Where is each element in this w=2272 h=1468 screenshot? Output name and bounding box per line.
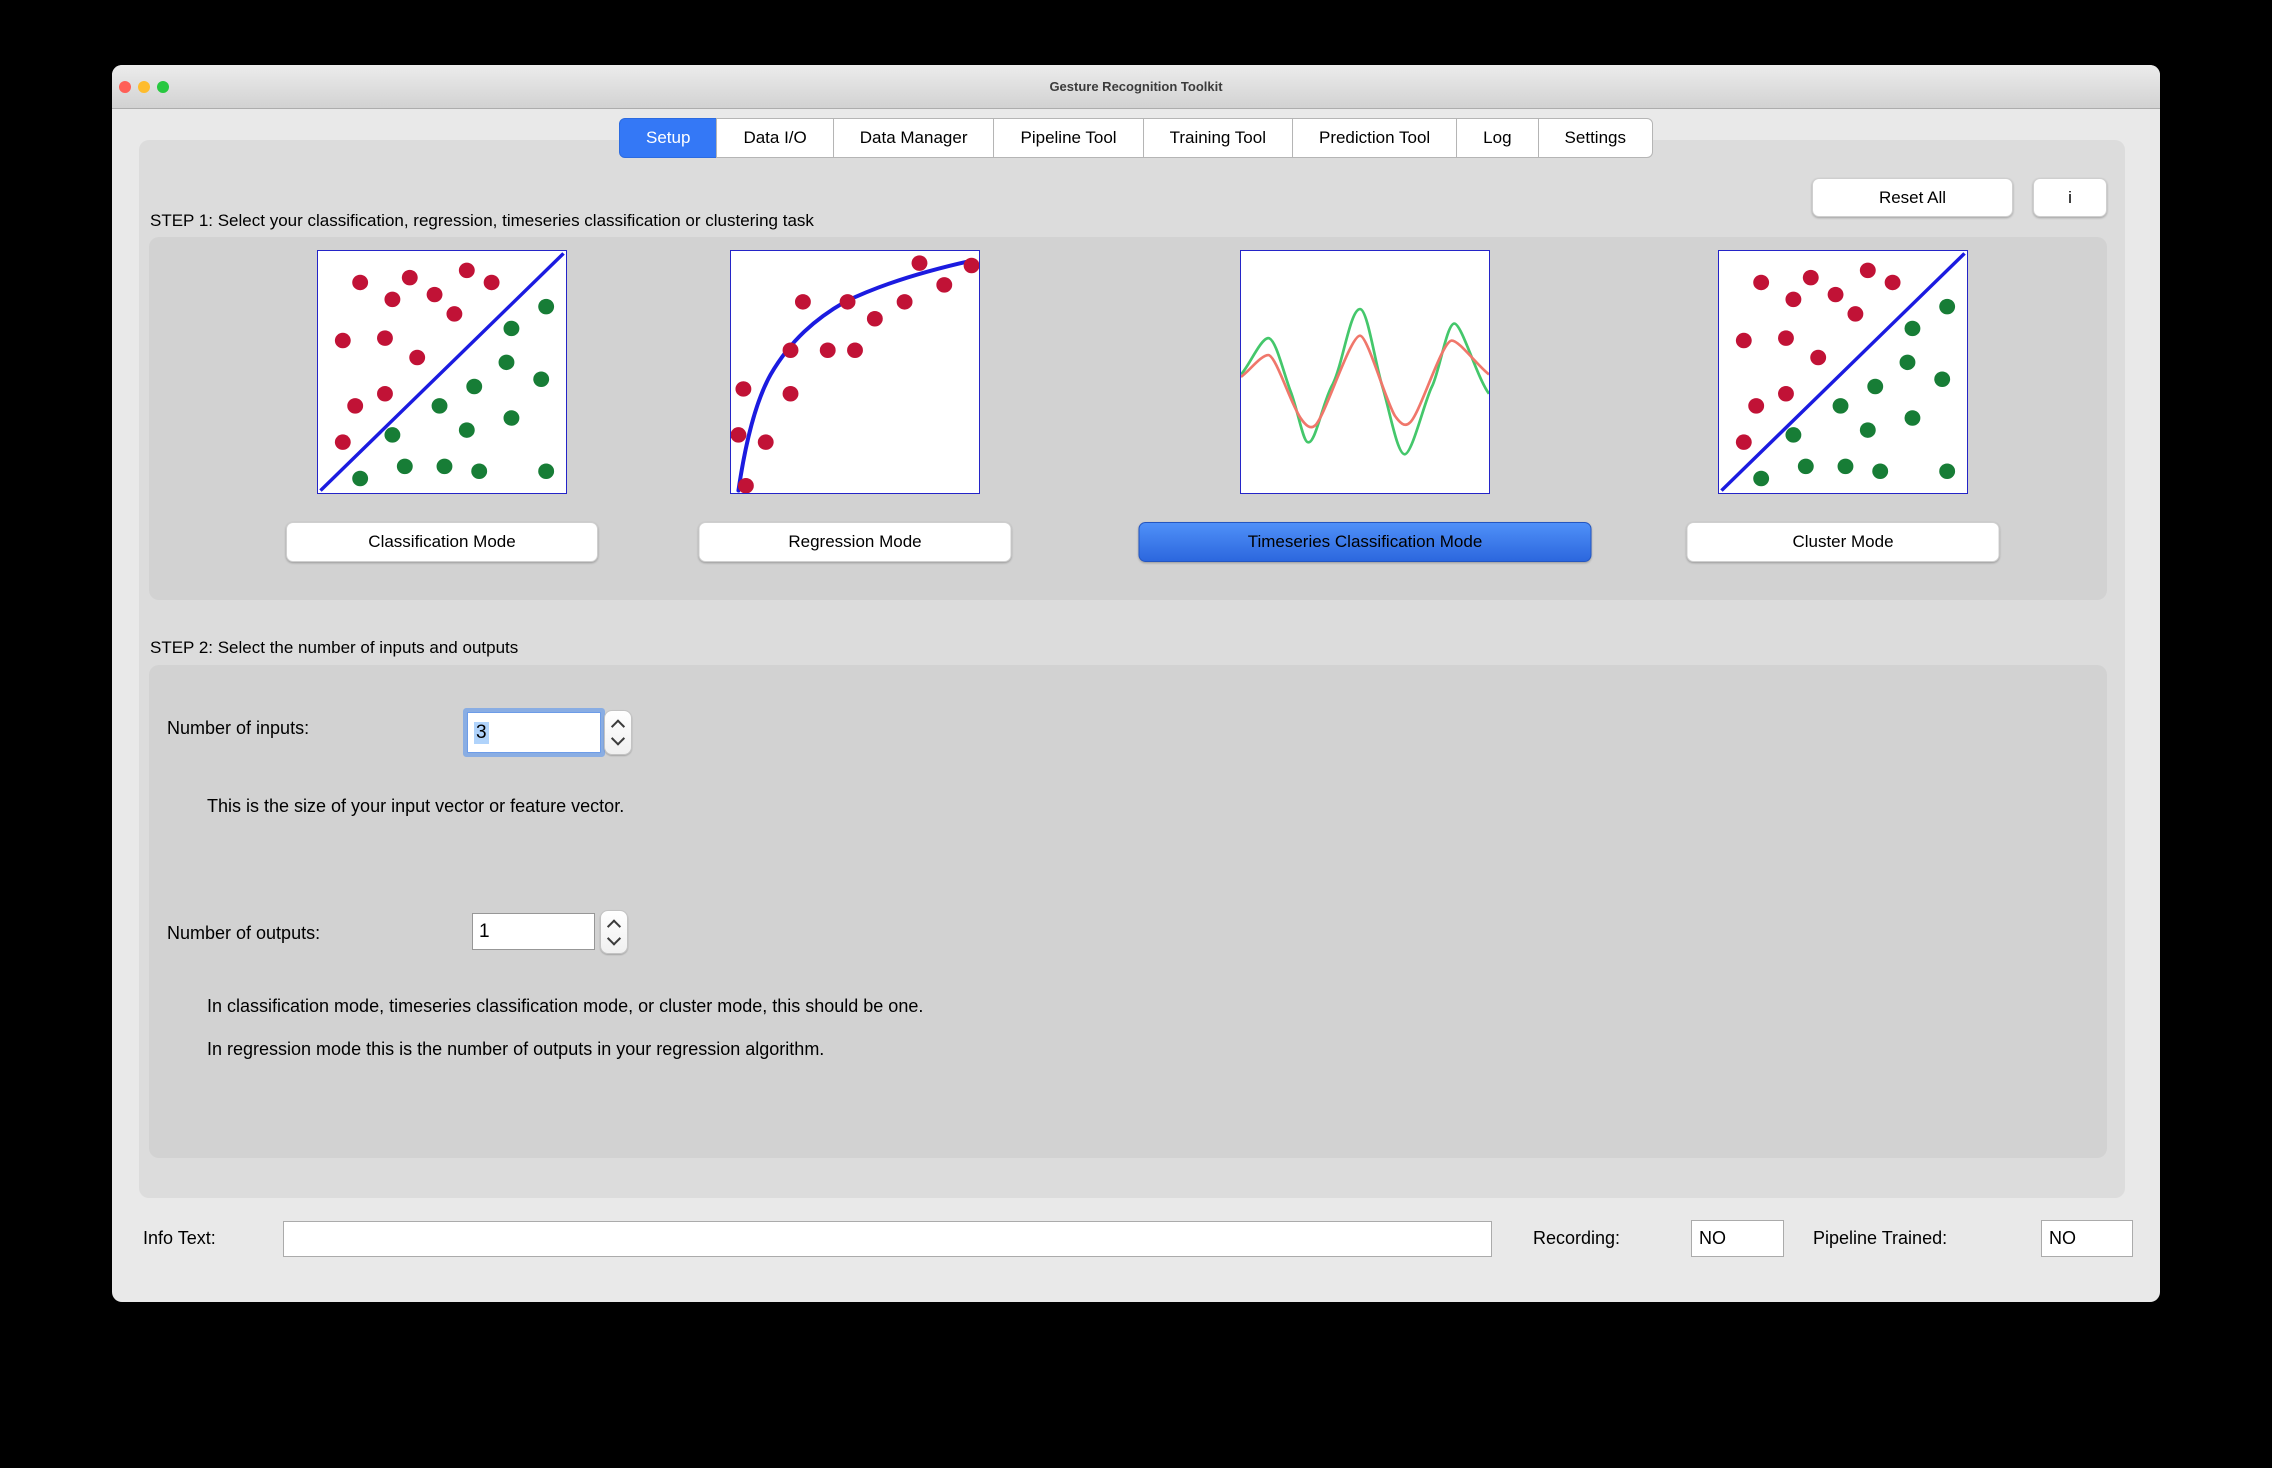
number-of-outputs-value: 1 bbox=[479, 920, 490, 942]
regression-mode-image bbox=[730, 250, 980, 494]
app-window: Gesture Recognition Toolkit Setup Data I/… bbox=[112, 65, 2160, 1302]
stepper-down-icon[interactable] bbox=[610, 731, 626, 746]
inputs-hint: This is the size of your input vector or… bbox=[207, 796, 625, 816]
info-text-label: Info Text: bbox=[143, 1228, 216, 1248]
number-of-outputs-stepper[interactable] bbox=[600, 910, 628, 954]
regression-mode-button[interactable]: Regression Mode bbox=[698, 522, 1012, 562]
pipeline-trained-label: Pipeline Trained: bbox=[1813, 1228, 1948, 1248]
step1-panel: Classification Mode Regression Mode Timese… bbox=[149, 237, 2107, 600]
number-of-outputs-label: Number of outputs: bbox=[167, 923, 321, 943]
tab-prediction-tool[interactable]: Prediction Tool bbox=[1291, 118, 1458, 158]
tab-bar: Setup Data I/O Data Manager Pipeline Tool Tr… bbox=[619, 118, 1653, 158]
outputs-hint-line2: In regression mode this is the number of… bbox=[207, 1039, 825, 1059]
stepper-down-icon[interactable] bbox=[606, 931, 622, 946]
tab-training-tool[interactable]: Training Tool bbox=[1142, 118, 1293, 158]
title-bar: Gesture Recognition Toolkit bbox=[112, 65, 2160, 109]
reset-all-button[interactable]: Reset All bbox=[1812, 178, 2013, 217]
tab-settings[interactable]: Settings bbox=[1537, 118, 1653, 158]
step1-heading: STEP 1: Select your classification, regr… bbox=[150, 211, 814, 230]
classification-mode-button[interactable]: Classification Mode bbox=[286, 522, 598, 562]
minimize-button[interactable] bbox=[138, 81, 150, 93]
regression-mode-card: Regression Mode bbox=[698, 237, 1012, 600]
tab-log[interactable]: Log bbox=[1456, 118, 1539, 158]
cluster-mode-image bbox=[1718, 250, 1968, 494]
info-button[interactable]: i bbox=[2033, 178, 2107, 217]
outputs-hint-line1: In classification mode, timeseries class… bbox=[207, 996, 924, 1016]
timeseries-classification-mode-image bbox=[1240, 250, 1490, 494]
tab-data-i-o[interactable]: Data I/O bbox=[716, 118, 834, 158]
pipeline-trained-value-field: NO bbox=[2041, 1220, 2133, 1257]
info-text-input[interactable] bbox=[283, 1221, 1492, 1257]
tab-setup[interactable]: Setup bbox=[619, 118, 718, 158]
number-of-inputs-field[interactable]: 3 bbox=[467, 712, 601, 753]
tab-pipeline-tool[interactable]: Pipeline Tool bbox=[993, 118, 1144, 158]
close-button[interactable] bbox=[119, 81, 131, 93]
cluster-mode-card: Cluster Mode bbox=[1686, 237, 2000, 600]
cluster-mode-button[interactable]: Cluster Mode bbox=[1686, 522, 2000, 562]
content-panel: Reset All i STEP 1: Select your classifi… bbox=[139, 140, 2125, 1198]
recording-label: Recording: bbox=[1533, 1228, 1621, 1248]
classification-mode-image bbox=[317, 250, 567, 494]
number-of-inputs-value: 3 bbox=[474, 721, 489, 744]
step2-panel: Number of inputs: 3 This is the size of … bbox=[149, 665, 2107, 1158]
timeseries-classification-mode-card: Timeseries Classification Mode bbox=[1138, 237, 1592, 600]
classification-mode-card: Classification Mode bbox=[286, 237, 598, 600]
number-of-outputs-field[interactable]: 1 bbox=[472, 913, 595, 950]
number-of-inputs-stepper[interactable] bbox=[604, 710, 632, 755]
traffic-lights bbox=[119, 81, 169, 93]
step2-heading: STEP 2: Select the number of inputs and … bbox=[150, 638, 519, 657]
window-title: Gesture Recognition Toolkit bbox=[1049, 79, 1223, 94]
recording-value-field: NO bbox=[1691, 1220, 1784, 1257]
tab-data-manager[interactable]: Data Manager bbox=[832, 118, 995, 158]
timeseries-classification-mode-button[interactable]: Timeseries Classification Mode bbox=[1138, 522, 1592, 562]
number-of-inputs-label: Number of inputs: bbox=[167, 718, 310, 738]
zoom-button[interactable] bbox=[157, 81, 169, 93]
